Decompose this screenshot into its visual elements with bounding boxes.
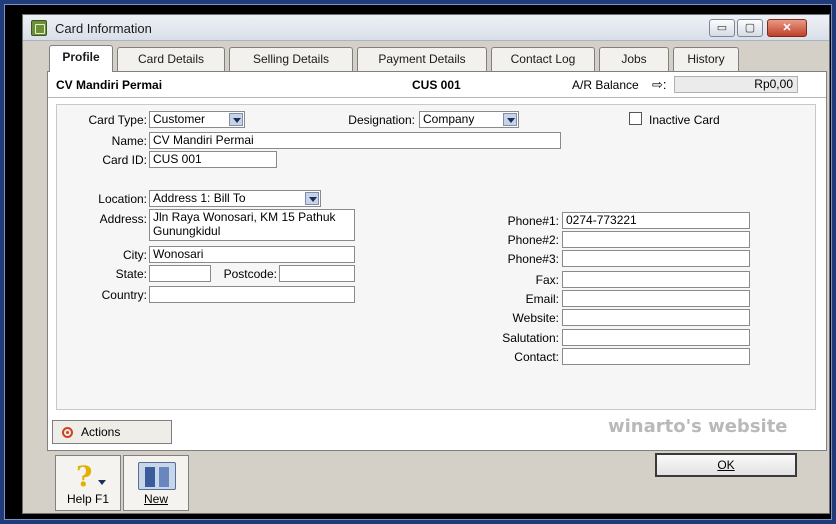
inactive-card-label: Inactive Card [649, 113, 720, 127]
email-label: Email: [525, 292, 559, 306]
country-label: Country: [101, 288, 147, 302]
card-id-header: CUS 001 [412, 78, 461, 92]
designation-label: Designation: [348, 113, 415, 127]
question-icon: ? [76, 460, 107, 493]
fax-label: Fax: [535, 273, 559, 287]
address-label: Address: [99, 212, 147, 226]
tab-card-details[interactable]: Card Details [117, 47, 225, 71]
card-name-header: CV Mandiri Permai [56, 78, 163, 92]
new-label: New [143, 492, 168, 506]
phone3-field[interactable] [562, 250, 750, 267]
phone2-field[interactable] [562, 231, 750, 248]
card-id-label: Card ID: [102, 153, 147, 167]
city-label: City: [123, 248, 147, 262]
contact-field[interactable] [562, 348, 750, 365]
website-label: Website: [512, 311, 559, 325]
designation-select[interactable]: Company [419, 111, 519, 128]
address-field[interactable]: Jln Raya Wonosari, KM 15 Pathuk Gunungki… [149, 209, 355, 241]
chevron-down-icon[interactable] [503, 113, 517, 126]
state-field[interactable] [149, 265, 211, 282]
postcode-field[interactable] [279, 265, 355, 282]
tab-contact-log[interactable]: Contact Log [491, 47, 595, 71]
location-select[interactable]: Address 1: Bill To [149, 190, 321, 207]
ar-balance-value: Rp0,00 [674, 76, 798, 93]
salutation-field[interactable] [562, 329, 750, 346]
card-type-value: Customer [153, 112, 206, 126]
city-field[interactable]: Wonosari [149, 246, 355, 263]
name-field[interactable]: CV Mandiri Permai [149, 132, 561, 149]
email-field[interactable] [562, 290, 750, 307]
designation-value: Company [423, 112, 475, 126]
title-bar[interactable]: Card Information ▭ ▢ ✕ [23, 15, 829, 41]
minimize-button[interactable]: ▭ [709, 19, 735, 37]
location-value: Address 1: Bill To [153, 191, 246, 205]
chevron-down-icon[interactable] [229, 113, 243, 126]
ar-balance-arrow-icon[interactable]: ⇨: [652, 77, 667, 93]
actions-label: Actions [81, 425, 121, 439]
ar-balance-label: A/R Balance [572, 78, 639, 92]
help-label: Help F1 [66, 492, 110, 506]
chevron-down-icon[interactable] [305, 192, 319, 205]
tab-profile[interactable]: Profile [49, 45, 113, 72]
window-title: Card Information [55, 21, 152, 36]
profile-form: Card Type: Customer Designation: Company… [56, 104, 816, 410]
new-button[interactable]: New [123, 455, 189, 511]
location-label: Location: [98, 192, 147, 206]
phone3-label: Phone#3: [507, 252, 559, 266]
website-field[interactable] [562, 309, 750, 326]
phone1-label: Phone#1: [507, 214, 559, 228]
phone2-label: Phone#2: [507, 233, 559, 247]
postcode-label: Postcode: [223, 267, 277, 281]
name-label: Name: [111, 134, 147, 148]
contact-label: Contact: [514, 350, 559, 364]
tab-payment-details[interactable]: Payment Details [357, 47, 487, 71]
tab-strip: Profile Card Details Selling Details Pay… [23, 45, 829, 72]
salutation-label: Salutation: [502, 331, 559, 345]
target-icon [62, 427, 73, 438]
phone1-field[interactable]: 0274-773221 [562, 212, 750, 229]
state-label: State: [115, 267, 147, 281]
actions-button[interactable]: Actions [52, 420, 172, 444]
maximize-button[interactable]: ▢ [737, 19, 763, 37]
book-icon [138, 462, 176, 490]
profile-panel: CV Mandiri Permai CUS 001 A/R Balance ⇨:… [47, 71, 827, 451]
help-button[interactable]: ? Help F1 [55, 455, 121, 511]
tab-jobs[interactable]: Jobs [599, 47, 669, 71]
ok-button[interactable]: OK [655, 453, 797, 477]
card-id-field[interactable]: CUS 001 [149, 151, 277, 168]
fax-field[interactable] [562, 271, 750, 288]
country-field[interactable] [149, 286, 355, 303]
card-information-window: Card Information ▭ ▢ ✕ Profile Card Deta… [22, 14, 830, 514]
close-button[interactable]: ✕ [767, 19, 807, 37]
inactive-card-checkbox[interactable] [629, 112, 642, 125]
card-header: CV Mandiri Permai CUS 001 A/R Balance ⇨:… [48, 72, 826, 98]
tab-selling-details[interactable]: Selling Details [229, 47, 353, 71]
card-type-select[interactable]: Customer [149, 111, 245, 128]
tab-history[interactable]: History [673, 47, 739, 71]
watermark-text: winarto's website [608, 416, 788, 437]
card-type-label: Card Type: [88, 113, 147, 127]
card-app-icon [31, 20, 47, 36]
